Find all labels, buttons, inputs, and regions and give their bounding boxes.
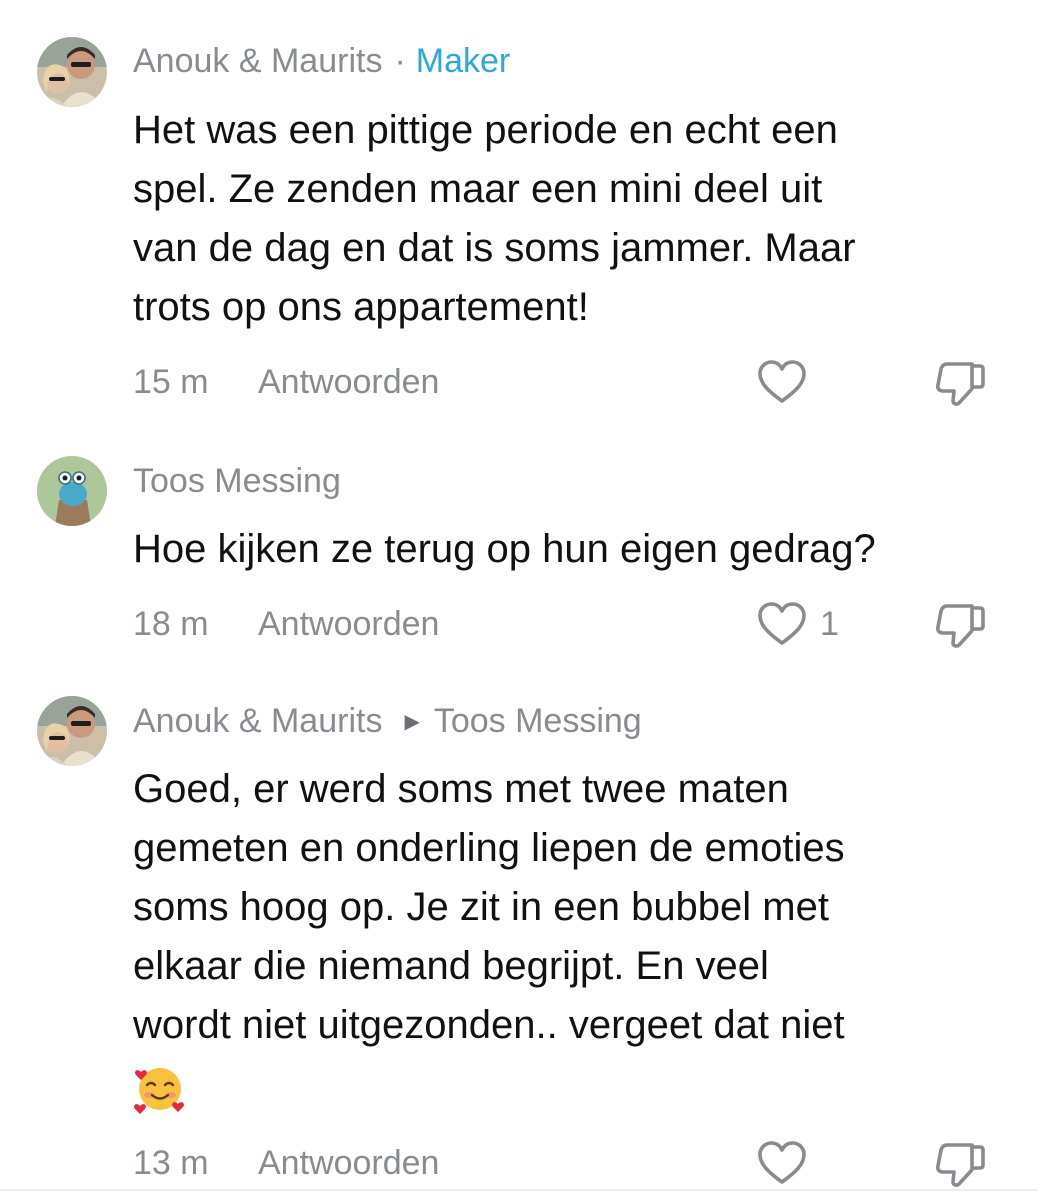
comment-text: Hoe kijken ze terug op hun eigen gedrag?: [133, 520, 1013, 579]
reply-arrow-icon: ▶: [404, 711, 420, 733]
heart-icon[interactable]: [756, 601, 808, 647]
comment-meta: 18 m Antwoorden: [133, 604, 439, 644]
author-name[interactable]: Anouk & Maurits: [133, 42, 382, 80]
comment-meta: 15 m Antwoorden: [133, 362, 439, 402]
comment-header: Anouk & Maurits ▶ Toos Messing: [133, 701, 642, 742]
comment-line: elkaar die niemand begrijpt. En veel: [133, 944, 769, 988]
avatar-photo: [37, 696, 107, 766]
reply-to-name[interactable]: Toos Messing: [434, 702, 642, 740]
comment-line: van de dag en dat is soms jammer. Maar: [133, 226, 856, 270]
comment-item: Anouk & Maurits · Maker Het was een pittig…: [0, 0, 1038, 430]
reply-button[interactable]: Antwoorden: [258, 362, 439, 402]
comment-text: Goed, er werd soms met twee maten gemete…: [133, 760, 1013, 1055]
comment-line: Het was een pittige periode en echt een: [133, 108, 838, 152]
avatar-photo: [37, 37, 107, 107]
timestamp: 13 m: [133, 1144, 209, 1182]
avatar[interactable]: [37, 456, 107, 526]
comment-line: Goed, er werd soms met twee maten: [133, 767, 789, 811]
comment-line: trots op ons appartement!: [133, 285, 589, 329]
thumbs-down-icon[interactable]: [932, 1139, 988, 1189]
reply-button[interactable]: Antwoorden: [258, 604, 439, 644]
divider: [0, 1189, 1038, 1191]
smiling-face-with-hearts-emoji: [133, 1062, 187, 1116]
separator-dot: ·: [394, 42, 406, 80]
comment-header: Anouk & Maurits · Maker: [133, 41, 510, 81]
reply-button[interactable]: Antwoorden: [258, 1143, 439, 1183]
comment-meta: 13 m Antwoorden: [133, 1143, 439, 1183]
like-count: 1: [820, 605, 839, 643]
thumbs-down-icon[interactable]: [932, 600, 988, 650]
comment-item: Anouk & Maurits ▶ Toos Messing Goed, er we…: [0, 690, 1038, 1190]
comment-line: soms hoog op. Je zit in een bubbel met: [133, 885, 829, 929]
thumbs-down-icon[interactable]: [932, 358, 988, 408]
comment-item: Toos Messing Hoe kijken ze terug op hun …: [0, 430, 1038, 690]
comment-line: gemeten en onderling liepen de emoties: [133, 826, 845, 870]
comment-line: wordt niet uitgezonden.. vergeet dat nie…: [133, 1003, 845, 1047]
timestamp: 18 m: [133, 605, 209, 643]
avatar-illustration: [37, 456, 107, 526]
avatar[interactable]: [37, 696, 107, 766]
timestamp: 15 m: [133, 363, 209, 401]
comment-line: spel. Ze zenden maar een mini deel uit: [133, 167, 823, 211]
heart-icon[interactable]: [756, 359, 808, 405]
comment-line: Hoe kijken ze terug op hun eigen gedrag?: [133, 527, 876, 571]
heart-icon[interactable]: [756, 1140, 808, 1186]
comment-text: Het was een pittige periode en echt een …: [133, 101, 1013, 337]
comment-header: Toos Messing: [133, 461, 341, 501]
avatar[interactable]: [37, 37, 107, 107]
maker-badge: Maker: [415, 42, 511, 80]
author-name[interactable]: Toos Messing: [133, 462, 341, 500]
author-name[interactable]: Anouk & Maurits: [133, 702, 382, 740]
